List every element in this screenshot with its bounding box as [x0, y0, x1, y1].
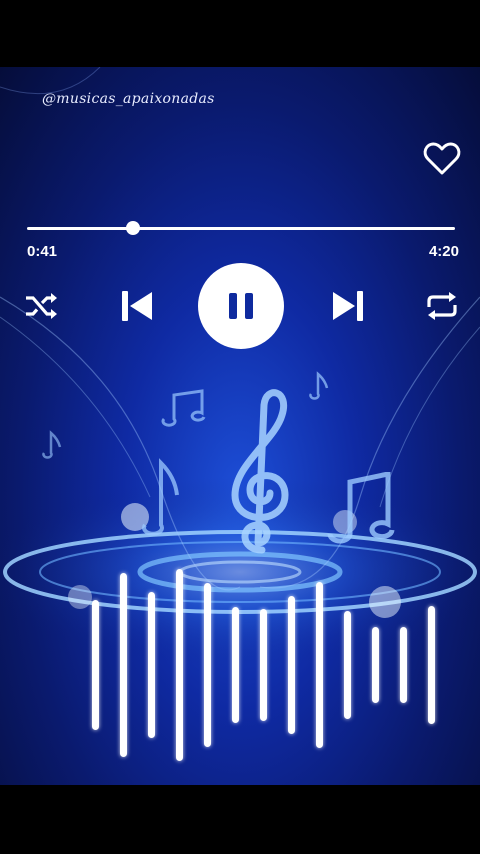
- visualizer-bar: [176, 568, 183, 762]
- progress-thumb[interactable]: [125, 221, 140, 235]
- repeat-icon[interactable]: [425, 291, 459, 321]
- shuffle-icon[interactable]: [24, 292, 58, 320]
- skip-previous-icon[interactable]: [120, 289, 154, 323]
- visualizer-bar: [232, 607, 239, 723]
- visualizer-bar: [288, 595, 295, 735]
- visualizer-bar: [372, 627, 379, 703]
- visualizer-bar: [204, 582, 211, 748]
- elapsed-time: 0:41: [27, 243, 58, 260]
- treble-clef-icon: [231, 389, 289, 554]
- watermark-handle: @musicas_apaixonadas: [42, 91, 215, 107]
- visualizer-bar: [260, 608, 267, 722]
- music-note-icon: [327, 472, 395, 544]
- music-note-icon: [309, 371, 329, 400]
- visualizer-bar: [428, 606, 435, 724]
- heart-icon[interactable]: [423, 142, 461, 176]
- visualizer-bar: [120, 573, 127, 757]
- total-duration: 4:20: [428, 243, 459, 260]
- pause-button[interactable]: [198, 263, 284, 349]
- visualizer-bar: [400, 627, 407, 703]
- skip-next-icon[interactable]: [331, 289, 365, 323]
- music-note-icon: [161, 389, 206, 427]
- progress-bar[interactable]: [27, 227, 455, 230]
- visualizer-bar: [148, 592, 155, 738]
- player-screen: @musicas_apaixonadas 0:41 4:20: [0, 67, 480, 785]
- music-note-icon: [142, 458, 179, 536]
- music-note-icon: [42, 430, 62, 459]
- visualizer-bar: [344, 610, 351, 720]
- visualizer-bar: [92, 600, 99, 730]
- pause-icon: [225, 293, 257, 319]
- visualizer-bar: [316, 581, 323, 749]
